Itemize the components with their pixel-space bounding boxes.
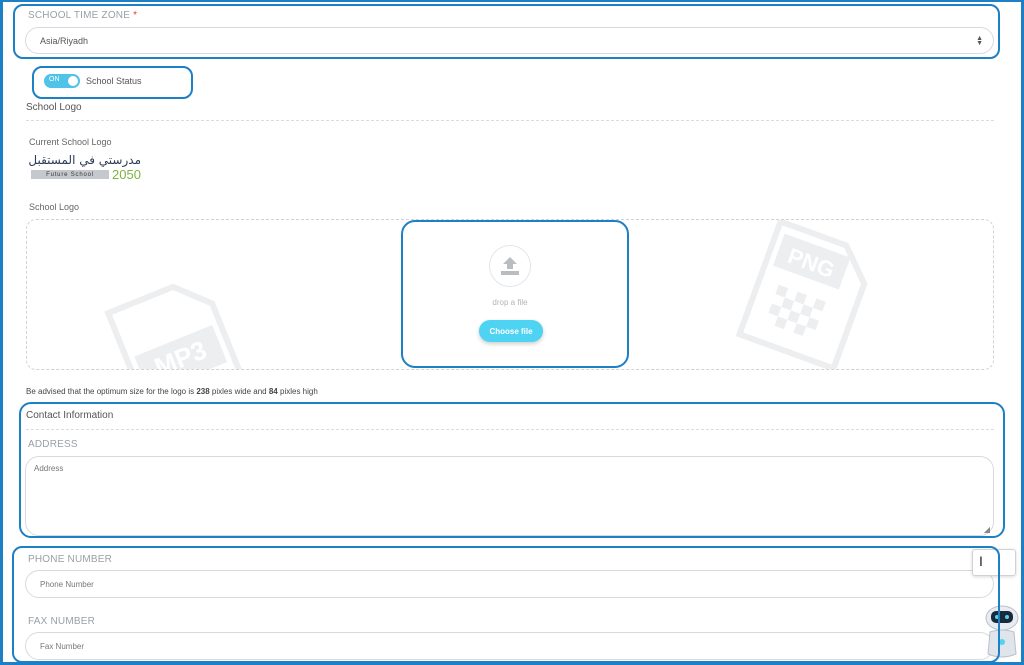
status-toggle-text: ON	[49, 76, 60, 83]
choose-file-button[interactable]: Choose file	[479, 320, 543, 342]
timezone-value: Asia/Riyadh	[40, 35, 89, 46]
status-label: School Status	[86, 76, 142, 86]
timezone-label: SCHOOL TIME ZONE *	[28, 10, 137, 21]
upload-icon	[489, 245, 531, 287]
advice-prefix: Be advised that the optimum size for the…	[26, 387, 195, 396]
logo-english-bar: Future School	[31, 170, 109, 179]
address-placeholder: Address	[34, 464, 64, 473]
address-textarea[interactable]: Address ◢	[25, 456, 994, 536]
logo-size-advice: Be advised that the optimum size for the…	[26, 387, 318, 396]
assistant-bubble-text: I	[979, 553, 983, 569]
select-arrows-icon: ▲ ▼	[976, 34, 983, 47]
png-file-icon: PNG	[735, 220, 868, 369]
logo-year-text: 2050	[112, 167, 141, 182]
school-logo-image: مدرستي في المستقبل Future School 2050	[28, 153, 143, 183]
assistant-bubble[interactable]: I	[972, 549, 1016, 576]
logo-dropzone[interactable]: MP3 PNG drop a file Choose file	[26, 219, 994, 370]
current-logo-label: Current School Logo	[29, 137, 112, 147]
assistant-robot-icon[interactable]	[980, 602, 1024, 662]
status-toggle[interactable]: ON	[44, 74, 80, 88]
fax-input[interactable]: Fax Number	[25, 632, 994, 660]
logo-section-title: School Logo	[26, 102, 82, 113]
required-mark: *	[133, 10, 138, 21]
advice-suffix: pixles high	[280, 387, 318, 396]
advice-width: 238	[196, 387, 210, 396]
phone-input[interactable]: Phone Number	[25, 570, 994, 598]
timezone-label-text: SCHOOL TIME ZONE	[28, 10, 131, 21]
status-toggle-knob	[68, 76, 78, 86]
drop-file-text: drop a file	[492, 298, 528, 307]
resize-handle-icon[interactable]: ◢	[984, 525, 990, 534]
phone-label: PHONE NUMBER	[28, 554, 113, 565]
mp3-file-icon: MP3	[104, 283, 250, 369]
upload-label: School Logo	[29, 202, 80, 212]
contact-section-title: Contact Information	[26, 410, 114, 421]
logo-arabic-text: مدرستي في المستقبل	[28, 153, 141, 167]
phone-placeholder: Phone Number	[40, 579, 94, 589]
timezone-select[interactable]: Asia/Riyadh ▲ ▼	[25, 27, 994, 54]
fax-placeholder: Fax Number	[40, 641, 85, 651]
advice-middle: pixles wide and	[211, 387, 267, 396]
address-label: ADDRESS	[28, 439, 78, 450]
advice-height: 84	[268, 387, 278, 396]
logo-section-divider	[26, 120, 994, 121]
contact-section-divider	[26, 429, 994, 430]
logo-english-text: Future School	[46, 171, 94, 178]
fax-label: FAX NUMBER	[28, 616, 96, 627]
